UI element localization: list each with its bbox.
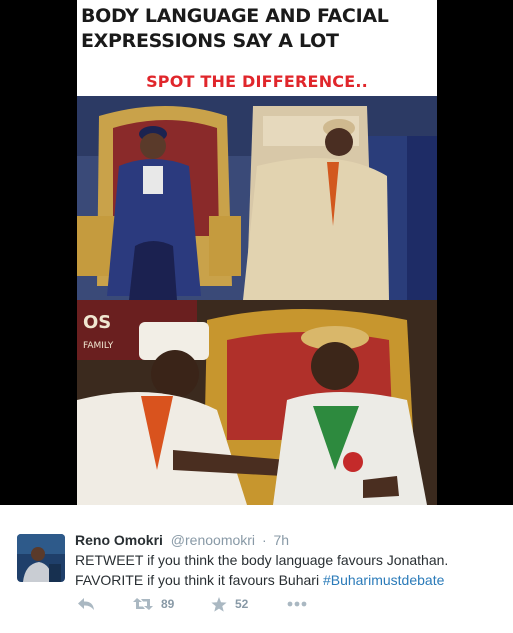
favorite-count: 52 [235, 597, 249, 611]
photo-buhari-and-monarch [77, 96, 437, 300]
headline-line-2: EXPRESSIONS SAY A LOT [81, 30, 339, 52]
favorite-button[interactable]: 52 [211, 593, 248, 615]
retweet-button[interactable]: 89 [133, 593, 174, 615]
banner-text: OS [83, 312, 111, 333]
avatar[interactable] [17, 534, 65, 582]
more-dots-icon [287, 601, 307, 607]
separator: · [261, 532, 267, 548]
tweet-text-line-2: FAVORITE if you think it favours Buhari … [75, 570, 505, 590]
retweet-count: 89 [161, 597, 175, 611]
poster-header: BODY LANGUAGE AND FACIAL EXPRESSIONS SAY… [77, 0, 437, 96]
photo-monarch-and-jonathan: OS FAMILY [77, 300, 437, 505]
poster-headline: BODY LANGUAGE AND FACIAL EXPRESSIONS SAY… [81, 4, 433, 54]
poster-subhead: SPOT THE DIFFERENCE.. [146, 72, 368, 91]
more-button[interactable] [287, 593, 307, 615]
retweet-icon [133, 597, 153, 611]
user-name[interactable]: Reno Omokri [75, 532, 163, 548]
star-icon [211, 596, 227, 612]
timestamp[interactable]: 7h [274, 532, 290, 548]
tweet-text-line-2-body: FAVORITE if you think it favours Buhari [75, 572, 323, 588]
hashtag-link[interactable]: #Buharimustdebate [323, 572, 444, 588]
reply-icon [77, 597, 95, 611]
tweet-text: RETWEET if you think the body language f… [75, 550, 505, 590]
meme-image[interactable]: BODY LANGUAGE AND FACIAL EXPRESSIONS SAY… [77, 0, 437, 505]
banner-text-2: FAMILY [83, 341, 114, 351]
tweet-media[interactable]: BODY LANGUAGE AND FACIAL EXPRESSIONS SAY… [0, 0, 513, 505]
tweet-text-line-1: RETWEET if you think the body language f… [75, 552, 449, 568]
reply-button[interactable] [77, 593, 95, 615]
headline-line-1: BODY LANGUAGE AND FACIAL [81, 5, 389, 27]
tweet: Reno Omokri @renoomokri · 7h RETWEET if … [0, 505, 513, 633]
tweet-header: Reno Omokri @renoomokri · 7h [75, 532, 289, 548]
user-handle[interactable]: @renoomokri [171, 532, 255, 548]
